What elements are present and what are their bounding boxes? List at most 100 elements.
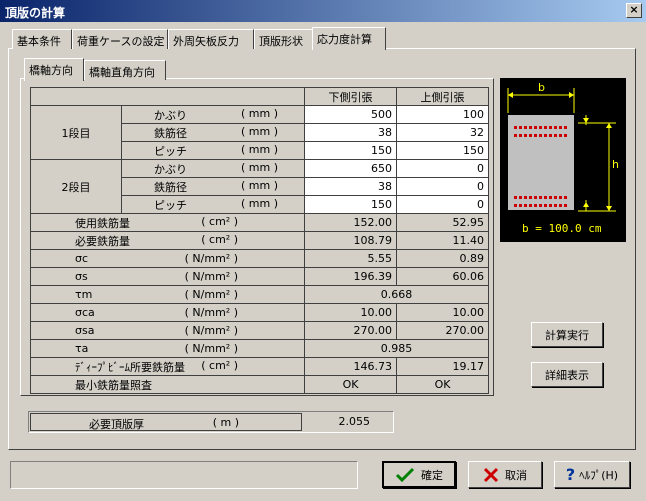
calc-execute-button[interactable]: 計算実行 [531,322,603,347]
input-cell[interactable]: 38 [304,123,397,142]
rebar-dot [549,196,552,199]
subtab-bridge-axis[interactable]: 橋軸方向 [24,58,84,81]
calc-value-merged: 0.985 [304,339,489,358]
input-cell[interactable]: 150 [304,195,397,214]
calc-row: τa( N/mm² ) 0.985 [30,339,489,358]
rebar-dot [544,204,547,207]
input-cell[interactable]: 650 [304,159,397,178]
tab-slab-shape[interactable]: 頂版形状 [254,29,314,49]
calc-row: 必要鉄筋量( cm² ) 108.79 11.40 [30,231,489,250]
rebar-dot [549,126,552,129]
input-cell[interactable]: 38 [304,177,397,196]
calc-row-label: σca( N/mm² ) [30,303,305,322]
rebar-dot [539,196,542,199]
calc-row-label: σs( N/mm² ) [30,267,305,286]
subtab-bridge-perpendicular[interactable]: 橋軸直角方向 [84,60,166,80]
rebar-dot [514,126,517,129]
rebar-dot [544,126,547,129]
calc-value-upper: 60.06 [396,267,489,286]
tab-label: 応力度計算 [317,33,372,46]
calc-value-merged: 0.668 [304,285,489,304]
calc-value-lower: 5.55 [304,249,397,268]
rebar-dot [529,126,532,129]
input-cell[interactable]: 500 [304,105,397,124]
rebar-dot [559,126,562,129]
button-label: 計算実行 [545,328,589,342]
help-button[interactable]: ? ﾍﾙﾌﾟ(H) [554,461,630,488]
input-cell[interactable]: 100 [396,105,489,124]
button-label: 詳細表示 [545,368,589,382]
rebar-dot [534,134,537,137]
tab-stress-calc[interactable]: 応力度計算 [312,27,386,50]
rebar-dot [539,134,542,137]
rebar-dot [559,134,562,137]
calc-row-label: 必要鉄筋量( cm² ) [30,231,305,250]
input-cell[interactable]: 150 [396,141,489,160]
thickness-label: 必要頂版厚( m ) [30,413,302,431]
calc-row-label: τa( N/mm² ) [30,339,305,358]
calc-value-lower: 152.00 [304,213,397,232]
tab-basic-conditions[interactable]: 基本条件 [12,29,72,49]
cross-icon [483,467,499,482]
header-blank [30,87,305,106]
calc-row: τm( N/mm² ) 0.668 [30,285,489,304]
calc-row-label: σsa( N/mm² ) [30,321,305,340]
calc-row: 使用鉄筋量( cm² ) 152.00 52.95 [30,213,489,232]
tab-load-case[interactable]: 荷重ケースの設定 [72,29,168,49]
calc-value-upper: 11.40 [396,231,489,250]
button-label: ﾍﾙﾌﾟ(H) [579,468,619,482]
calc-row: σc( N/mm² ) 5.55 0.89 [30,249,489,268]
calc-value-lower: 270.00 [304,321,397,340]
rebar-dot [564,204,567,207]
rebar-dot [549,204,552,207]
input-cell[interactable]: 150 [304,141,397,160]
calc-value-upper: 52.95 [396,213,489,232]
calc-value-upper: 10.00 [396,303,489,322]
tab-label: 外周矢板反力 [173,35,239,48]
rebar-dot [559,196,562,199]
rebar-dot [544,196,547,199]
rebar-dot [539,204,542,207]
header-lower: 下側引張 [304,87,397,106]
calc-value-lower: 196.39 [304,267,397,286]
input-cell[interactable]: 0 [396,159,489,178]
rebar-dot [514,204,517,207]
button-label: 確定 [421,468,443,482]
close-button[interactable]: × [626,3,642,18]
subtab-label: 橋軸直角方向 [89,66,155,79]
rebar-dot [514,134,517,137]
rebar-dot [564,134,567,137]
input-cell[interactable]: 0 [396,177,489,196]
detail-view-button[interactable]: 詳細表示 [531,362,603,387]
row-label: ピッチ( mm ) [121,141,305,160]
group2-label: 2段目 [30,159,122,214]
calc-row: σsa( N/mm² ) 270.00 270.00 [30,321,489,340]
rebar-dot [549,134,552,137]
diagram-caption: b = 100.0 cm [522,222,602,235]
calc-row: ﾃﾞｨｰﾌﾟﾋﾞｰﾑ所要鉄筋量( cm² ) 146.73 19.17 [30,357,489,376]
header-upper: 上側引張 [396,87,489,106]
rebar-dot [524,196,527,199]
input-cell[interactable]: 32 [396,123,489,142]
ok-button[interactable]: 確定 [382,461,456,488]
window-title: 頂版の計算 [5,6,66,20]
calc-row-label: τm( N/mm² ) [30,285,305,304]
input-cell[interactable]: 0 [396,195,489,214]
b-label: b [538,81,545,94]
row-label: ピッチ( mm ) [121,195,305,214]
cancel-button[interactable]: 取消 [468,461,542,488]
rebar-dot [554,196,557,199]
calc-row: σs( N/mm² ) 196.39 60.06 [30,267,489,286]
rebar-dot [554,126,557,129]
row-label: 鉄筋径( mm ) [121,177,305,196]
rebar-dot [559,204,562,207]
rebar-dot [529,196,532,199]
calc-row: 最小鉄筋量照査 OK OK [30,375,489,394]
calc-value-lower: OK [304,375,397,394]
calc-row: σca( N/mm² ) 10.00 10.00 [30,303,489,322]
rebar-dot [529,204,532,207]
rebar-dot [524,126,527,129]
tab-sheet-pile-reaction[interactable]: 外周矢板反力 [168,29,254,49]
rebar-dot [544,134,547,137]
subtab-label: 橋軸方向 [29,64,73,77]
